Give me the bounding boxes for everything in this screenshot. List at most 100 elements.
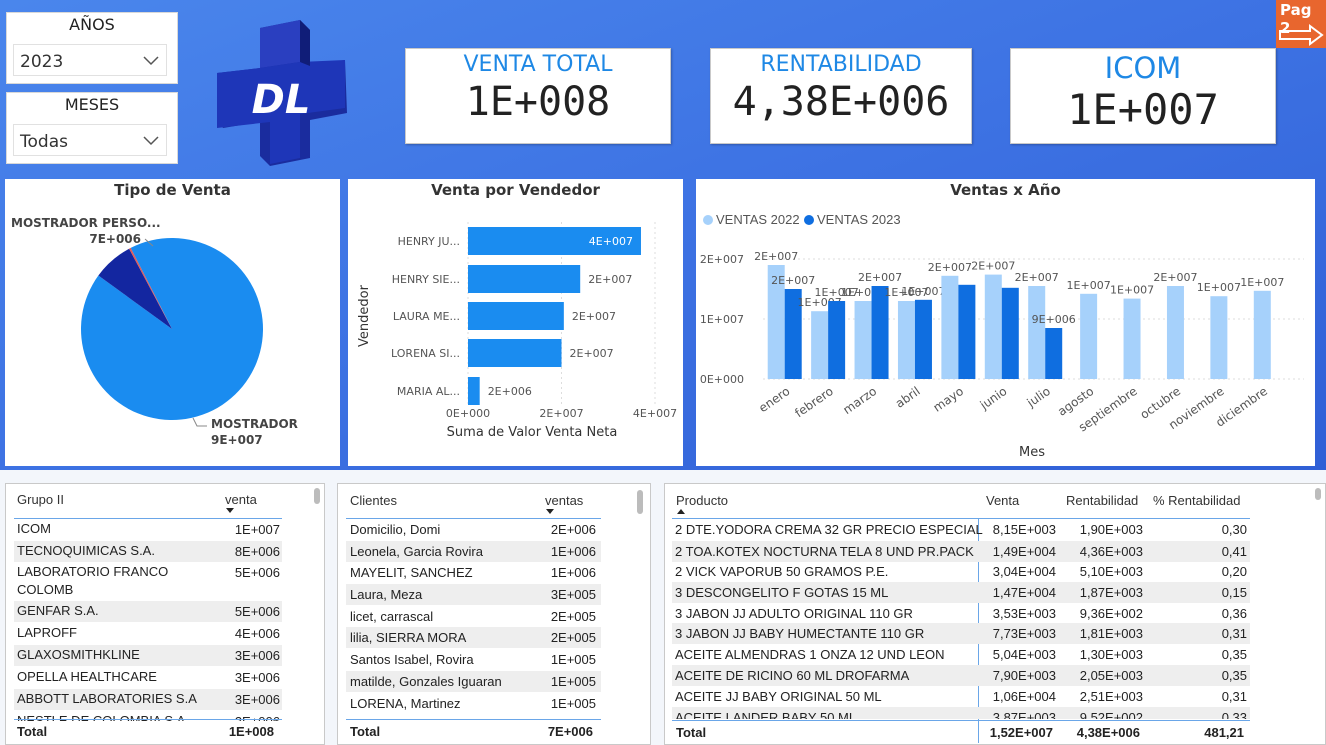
- vendedor-bar[interactable]: [468, 302, 564, 330]
- table-row[interactable]: ABBOTT LABORATORIES S.A 3E+006: [14, 689, 282, 710]
- venta-col-header[interactable]: Venta: [986, 493, 1019, 508]
- table-row[interactable]: Santos Isabel, Rovira 1E+005: [346, 649, 601, 670]
- vendedor-category-label: LORENA SI...: [391, 347, 460, 360]
- month-dropdown[interactable]: Todas: [13, 124, 167, 156]
- table-row[interactable]: Laura, Meza 3E+005: [346, 584, 601, 605]
- table-cell: 2,05E+003: [1079, 668, 1143, 683]
- vendedor-chart: 0E+000 2E+007 4E+007 HENRY JU... 4E+007 HENRY…: [357, 222, 677, 440]
- table-row[interactable]: GLAXOSMITHKLINE CONSUMER 3E+006: [14, 645, 282, 666]
- table-row[interactable]: Leonela, Garcia Rovira 1E+006: [346, 541, 601, 562]
- ventas-col-header[interactable]: ventas: [545, 493, 583, 508]
- table-row[interactable]: 3 JABON JJ ADULTO ORIGINAL 110 GR 3,53E+0…: [672, 603, 1250, 624]
- producto-col-header[interactable]: Producto: [676, 493, 728, 508]
- table-row[interactable]: matilde, Gonzales Iguaran 1E+005: [346, 671, 601, 692]
- table-cell: 5,04E+003: [992, 647, 1056, 662]
- pct-rentabilidad-col-header[interactable]: % Rentabilidad: [1153, 493, 1240, 508]
- table-cell: 0,35: [1221, 668, 1247, 683]
- grupo-scrollbar[interactable]: [314, 488, 320, 504]
- table-cell: 3,53E+003: [992, 606, 1056, 621]
- table-row[interactable]: 3 JABON JJ BABY HUMECTANTE 110 GR 7,73E+0…: [672, 623, 1250, 644]
- bar-2022[interactable]: [811, 311, 829, 379]
- table-row[interactable]: ACEITE DE RICINO 60 ML DROFARMA 7,90E+003…: [672, 665, 1250, 686]
- bar-2022[interactable]: [1253, 290, 1271, 379]
- table-row[interactable]: 3 DESCONGELITO F GOTAS 15 ML 1,47E+004 1,8…: [672, 582, 1250, 603]
- bar-2022[interactable]: [1210, 296, 1228, 379]
- bar-2022[interactable]: [1028, 286, 1046, 379]
- table-cell: ACEITE DE RICINO 60 ML DROFARMA: [675, 668, 910, 683]
- vendedor-bar[interactable]: [468, 265, 581, 293]
- vendedor-value-label: 2E+006: [488, 385, 532, 398]
- table-row[interactable]: 2 TOA.KOTEX NOCTURNA TELA 8 UND PR.PACK 1…: [672, 541, 1250, 562]
- vendedor-bar[interactable]: [468, 377, 480, 405]
- chevron-down-icon: [143, 136, 159, 146]
- table-cell: 0,31: [1221, 689, 1247, 704]
- table-row[interactable]: TECNOQUIMICAS S.A. 8E+006: [14, 541, 282, 562]
- month-slicer-title: MESES: [64, 95, 120, 114]
- table-cell: LAPROFF: [17, 625, 77, 640]
- table-row[interactable]: 2 VICK VAPORUB 50 GRAMOS P.E. 3,04E+004 5,…: [672, 561, 1250, 582]
- bar-2022[interactable]: [1166, 286, 1184, 379]
- table-row[interactable]: licet, carrascal 2E+005: [346, 606, 601, 627]
- bar-2023[interactable]: [914, 299, 932, 379]
- table-row[interactable]: 2 DTE.YODORA CREMA 32 GR PRECIO ESPECIAL…: [672, 519, 1250, 540]
- bar-2022[interactable]: [941, 275, 959, 379]
- table-cell: Leonela, Garcia Rovira: [350, 544, 483, 559]
- table-row[interactable]: OPELLA HEALTHCARE COLOMBI 3E+006: [14, 667, 282, 688]
- table-row[interactable]: ACEITE JJ BABY ORIGINAL 50 ML 1,06E+004 2,…: [672, 686, 1250, 707]
- bar-2023[interactable]: [828, 301, 846, 379]
- bar-2023[interactable]: [958, 284, 976, 379]
- table-row[interactable]: ACEITE LANDER BABY 50 ML 3,87E+003 9,52E+0…: [672, 707, 1250, 719]
- page-2-button[interactable]: Pag 2: [1276, 0, 1326, 48]
- rentabilidad-col-header[interactable]: Rentabilidad: [1066, 493, 1138, 508]
- vendedor-card: Venta por Vendedor 0E+000 2E+007 4E+007 HEN…: [348, 179, 683, 466]
- table-cell: 2E+005: [550, 630, 596, 645]
- ventas-anio-card: Ventas x Año VENTAS 2022 VENTAS 2023 0E+00…: [696, 179, 1315, 466]
- bar-2023[interactable]: [871, 286, 889, 379]
- x-axis-title: Mes: [1019, 445, 1045, 460]
- table-row[interactable]: MAYELIT, SANCHEZ 1E+006: [346, 562, 601, 583]
- vendedor-bar[interactable]: [468, 339, 562, 367]
- table-cell: 1,06E+004: [992, 689, 1056, 704]
- bar-value-label: 2E+007: [858, 271, 902, 284]
- bar-2023[interactable]: [1045, 328, 1063, 379]
- clientes-scrollbar[interactable]: [637, 490, 643, 514]
- venta-col-header[interactable]: venta: [225, 492, 257, 507]
- month-tick-label: mayo: [931, 384, 966, 415]
- table-row[interactable]: LAPROFF 4E+006: [14, 623, 282, 644]
- year-slicer: AÑOS 2023: [6, 12, 178, 84]
- table-row[interactable]: GENFAR S.A. 5E+006: [14, 601, 282, 622]
- table-cell: 3,04E+004: [992, 564, 1056, 579]
- table-row[interactable]: ACEITE ALMENDRAS 1 ONZA 12 UND LEON 5,04E…: [672, 644, 1250, 665]
- month-tick-label: marzo: [840, 384, 879, 417]
- bar-2023[interactable]: [1001, 287, 1019, 379]
- table-row[interactable]: LABORATORIO FRANCO COLOMB 5E+006: [14, 562, 282, 600]
- pie-value-label: 7E+006: [89, 232, 141, 246]
- table-row[interactable]: lilia, SIERRA MORA 2E+005: [346, 627, 601, 648]
- y-tick-label: 1E+007: [700, 313, 744, 326]
- bar-2022[interactable]: [984, 274, 1002, 379]
- table-row[interactable]: Domicilio, Domi 2E+006: [346, 519, 601, 540]
- table-cell: 7,90E+003: [992, 668, 1056, 683]
- bar-2022[interactable]: [897, 301, 915, 379]
- bar-2022[interactable]: [1123, 298, 1141, 379]
- table-cell: GLAXOSMITHKLINE CONSUMER: [17, 647, 140, 666]
- kpi-rentabilidad-title: RENTABILIDAD: [760, 52, 922, 77]
- grupo-col-header[interactable]: Grupo II: [17, 492, 64, 507]
- table-row[interactable]: LORENA, Martinez 1E+005: [346, 693, 601, 714]
- y-tick-label: 2E+007: [700, 253, 744, 266]
- vendedor-value-label: 4E+007: [589, 235, 633, 248]
- table-cell: 2,51E+003: [1079, 689, 1143, 704]
- bar-2022[interactable]: [854, 301, 872, 379]
- table-cell: 1,87E+003: [1079, 585, 1143, 600]
- table-cell: 1,81E+003: [1079, 626, 1143, 641]
- producto-table: Producto Venta Rentabilidad % Rentabilid…: [664, 483, 1326, 745]
- year-dropdown[interactable]: 2023: [13, 44, 167, 76]
- grupo-total-label: Total: [17, 724, 48, 739]
- bar-value-label: 1E+007: [1240, 276, 1284, 289]
- clientes-col-header[interactable]: Clientes: [350, 493, 397, 508]
- producto-scrollbar[interactable]: [1315, 488, 1321, 500]
- bar-value-label: 1E+007: [1197, 281, 1241, 294]
- table-cell: 8,15E+003: [992, 522, 1056, 537]
- table-row[interactable]: ICOM 1E+007: [14, 519, 282, 540]
- bar-2022[interactable]: [1080, 293, 1098, 379]
